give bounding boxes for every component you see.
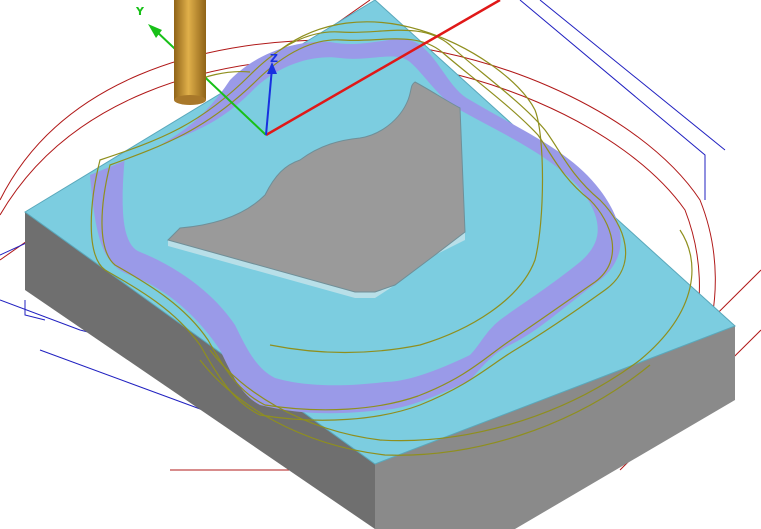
z-axis-label: Z [270,52,278,65]
scene-canvas[interactable]: Y Z [0,0,761,529]
y-axis-label: Y [135,5,145,18]
tool-icon[interactable] [174,0,206,105]
wire-blue-box-2 [539,0,726,151]
tool-tip [174,95,206,105]
cam-3d-viewport[interactable]: Y Z [0,0,761,529]
tool-shank [174,0,206,100]
